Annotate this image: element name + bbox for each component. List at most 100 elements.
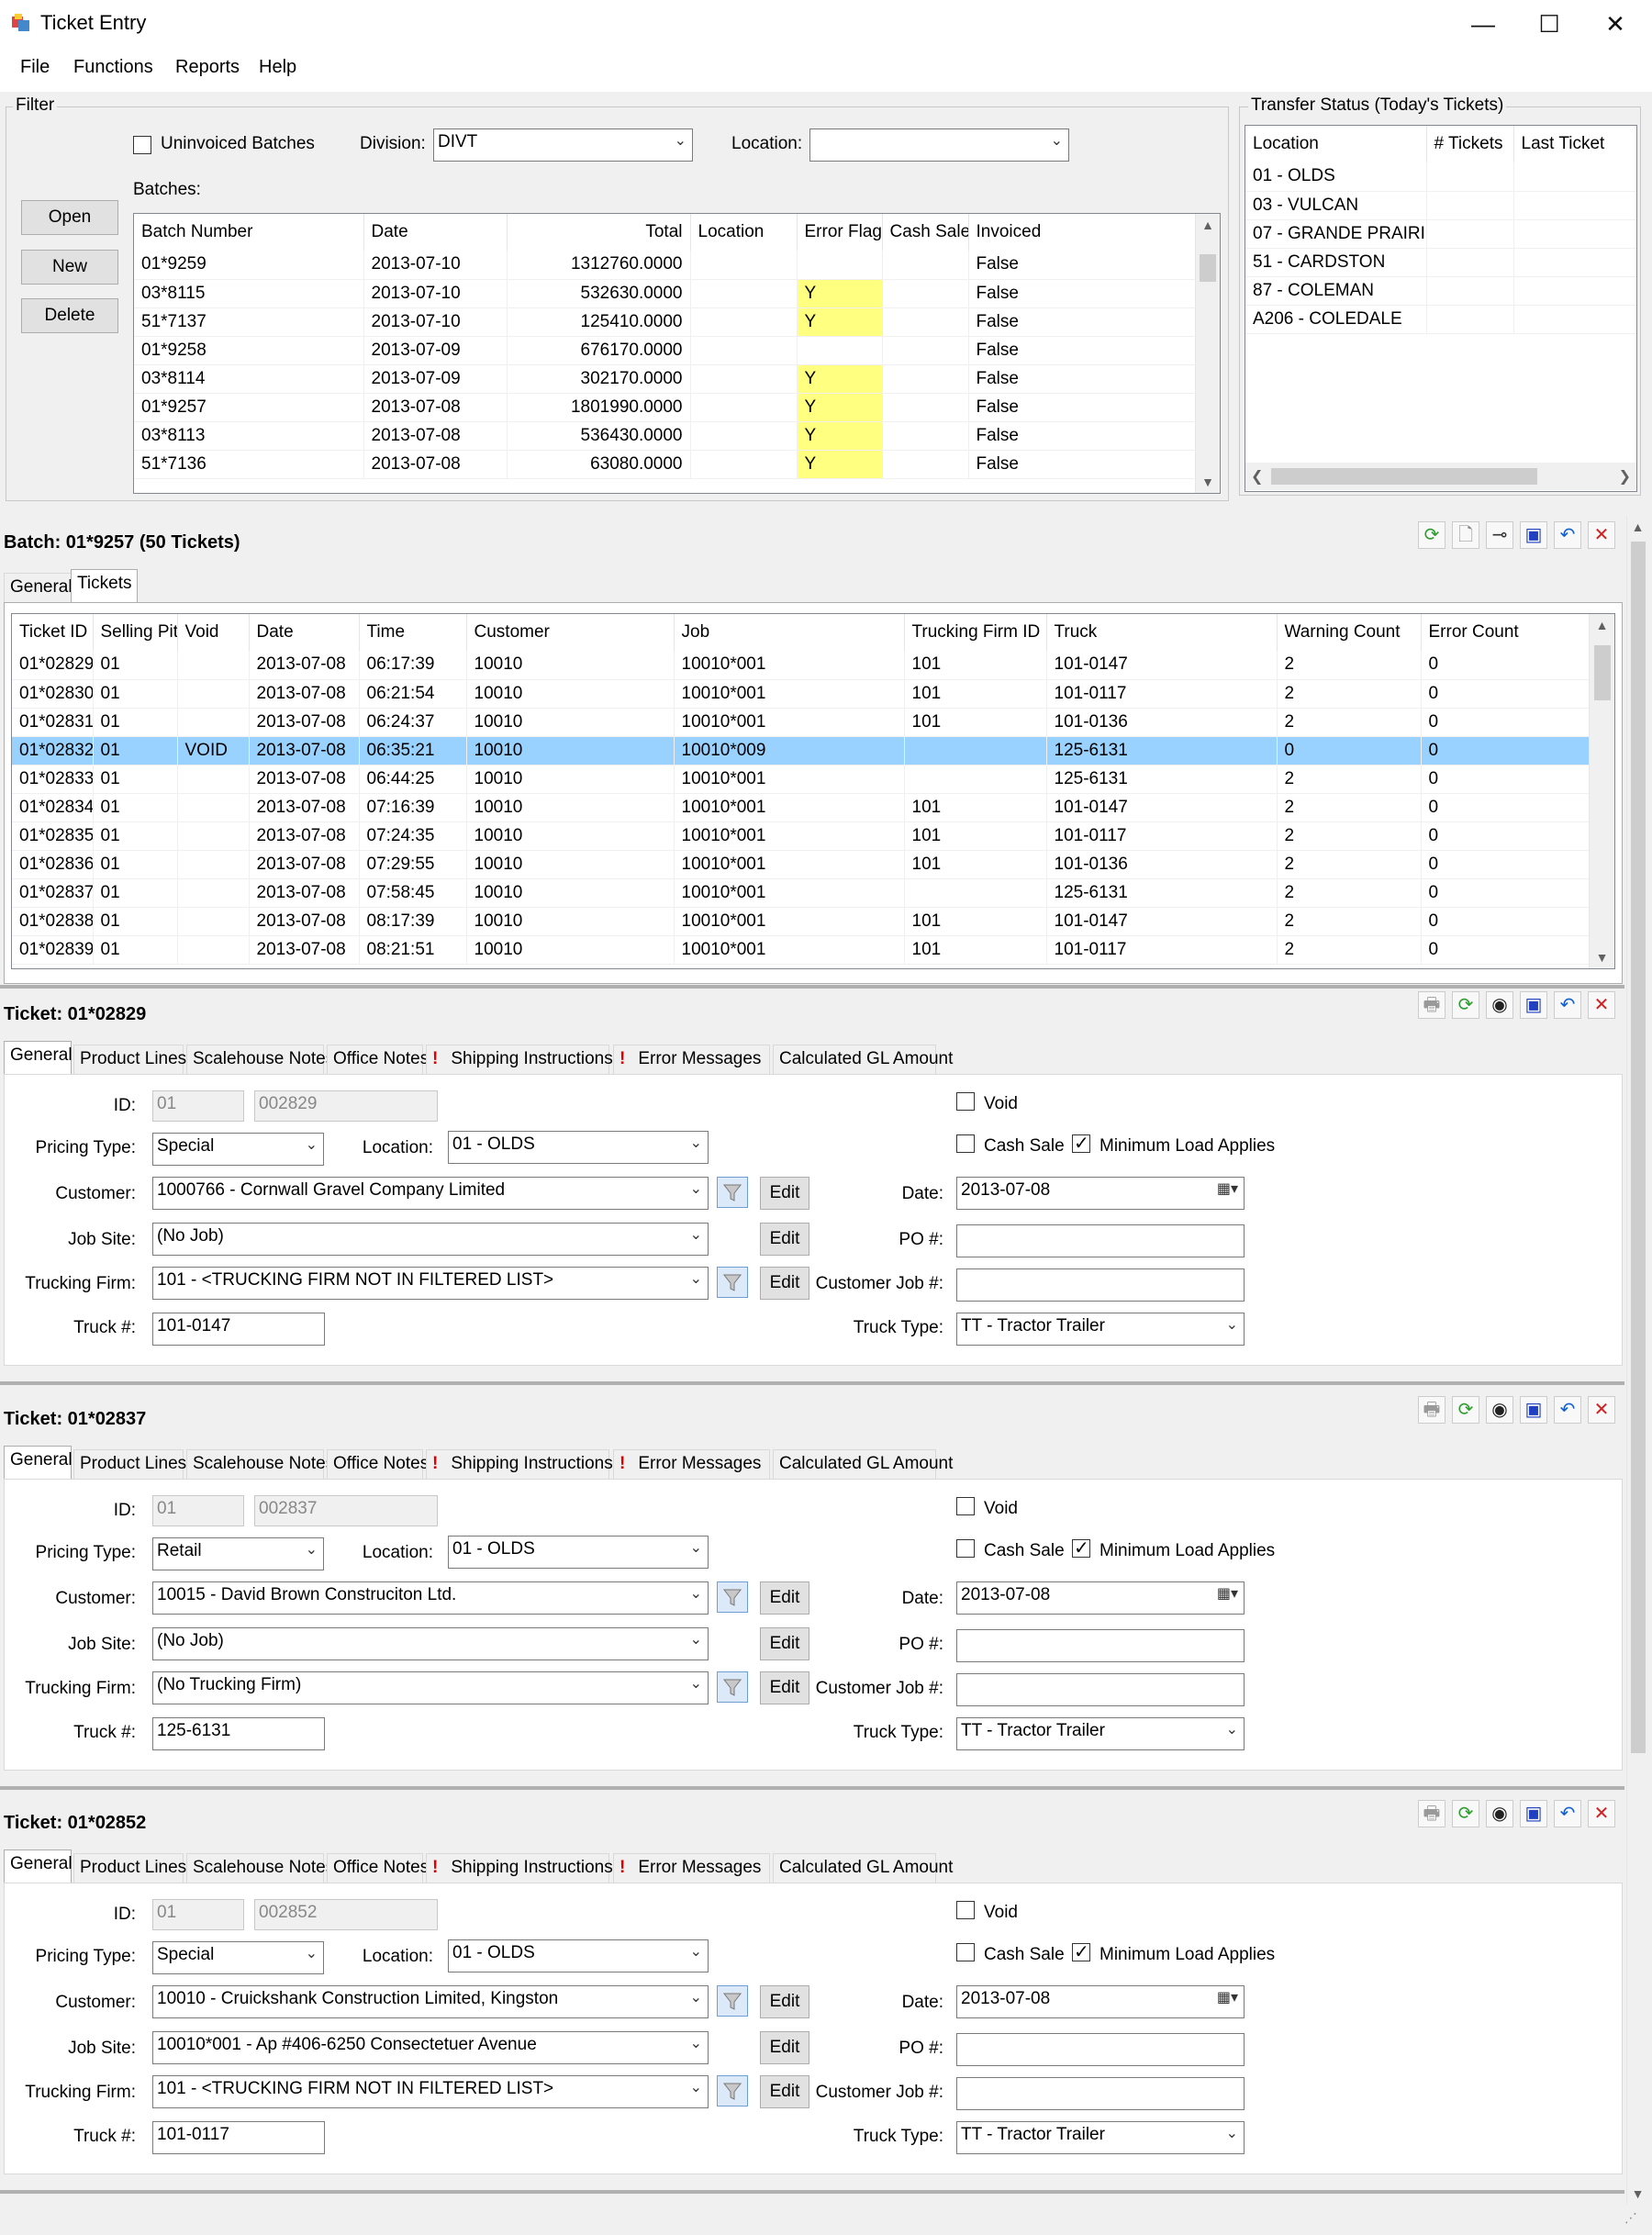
edit-button[interactable]: Edit — [760, 1223, 809, 1256]
refresh-icon[interactable]: ⟳ — [1452, 1800, 1479, 1827]
customer-select[interactable]: 10015 - David Brown Construciton Ltd. ⌄ — [152, 1581, 709, 1615]
tab-ticket-2[interactable]: Scalehouse Notes — [186, 1449, 334, 1479]
undo-icon[interactable]: ↶ — [1554, 1800, 1581, 1827]
list-item[interactable]: A206 - COLEDALE — [1245, 305, 1636, 334]
edit-button[interactable]: Edit — [760, 1177, 809, 1210]
location-select[interactable]: 01 - OLDS ⌄ — [448, 1131, 709, 1164]
tab-ticket-4[interactable]: ! Shipping Instructions — [426, 1045, 613, 1074]
tab-ticket-4[interactable]: ! Shipping Instructions — [426, 1449, 613, 1479]
list-item[interactable]: 01 - OLDS — [1245, 162, 1636, 192]
jobsite-select[interactable]: 10010*001 - Ap #406-6250 Consectetuer Av… — [152, 2031, 709, 2064]
save-icon[interactable]: ▣ — [1520, 1396, 1547, 1424]
delete-icon[interactable]: ✕ — [1588, 1396, 1615, 1424]
tab-ticket-0[interactable]: General — [4, 1041, 73, 1074]
customer-job-field[interactable] — [956, 1268, 1245, 1302]
minimum-load-checkbox[interactable] — [1072, 1940, 1090, 1963]
customer-select[interactable]: 1000766 - Cornwall Gravel Company Limite… — [152, 1177, 709, 1210]
filter-button[interactable] — [717, 1267, 748, 1298]
tab-ticket-0[interactable]: General — [4, 1446, 73, 1479]
batches-column-header[interactable]: Location — [690, 214, 798, 251]
scroll-down-icon[interactable]: ▼ — [1590, 950, 1614, 965]
jobsite-select[interactable]: (No Job) ⌄ — [152, 1223, 709, 1256]
globe-icon[interactable]: ◉ — [1486, 991, 1513, 1019]
undo-icon[interactable]: ↶ — [1554, 991, 1581, 1019]
tab-ticket-5[interactable]: ! Error Messages — [613, 1449, 770, 1479]
tickets-column-header[interactable]: Truck — [1046, 614, 1278, 651]
print-icon[interactable]: 🖶 — [1418, 1396, 1446, 1424]
edit-button[interactable]: Edit — [760, 2031, 809, 2064]
calendar-icon[interactable]: ▦▾ — [1217, 1988, 1238, 2006]
menu-functions[interactable]: Functions — [73, 57, 153, 78]
table-row[interactable]: 01*02832 01 VOID 2013-07-08 06:35:21 10010 100… — [12, 736, 1593, 765]
edit-button[interactable]: Edit — [760, 1627, 809, 1660]
tab-ticket-2[interactable]: Scalehouse Notes — [186, 1045, 334, 1074]
print-icon[interactable]: 🖶 — [1418, 1800, 1446, 1827]
truck-field[interactable]: 125-6131 — [152, 1717, 325, 1750]
delete-icon[interactable]: ✕ — [1588, 521, 1615, 549]
pricing-select[interactable]: Special ⌄ — [152, 1133, 324, 1166]
list-item[interactable]: 07 - GRANDE PRAIRIE — [1245, 219, 1636, 249]
delete-icon[interactable]: ✕ — [1588, 1800, 1615, 1827]
table-row[interactable]: 01*9259 2013-07-10 1312760.0000 False — [134, 251, 1200, 280]
truck-field[interactable]: 101-0117 — [152, 2121, 325, 2154]
table-row[interactable]: 03*8114 2013-07-09 302170.0000 Y False — [134, 364, 1200, 394]
edit-button[interactable]: Edit — [760, 1985, 809, 2018]
tab-ticket-1[interactable]: Product Lines — [73, 1045, 186, 1074]
scroll-left-icon[interactable]: ❮ — [1251, 467, 1263, 486]
table-row[interactable]: 01*02838 01 2013-07-08 08:17:39 10010 10010*0… — [12, 907, 1593, 936]
location-select[interactable]: ⌄ — [809, 129, 1069, 162]
void-checkbox[interactable] — [956, 1497, 975, 1515]
transfer-grid[interactable]: Location # Tickets Last Ticket 01 - OLDS 03… — [1245, 125, 1637, 492]
calendar-icon[interactable]: ▦▾ — [1217, 1584, 1238, 1603]
save-icon[interactable]: ▣ — [1520, 521, 1547, 549]
list-item[interactable]: 51 - CARDSTON — [1245, 248, 1636, 277]
tab-ticket-3[interactable]: Office Notes — [327, 1449, 429, 1479]
batches-grid[interactable]: Batch Number Date Total Location Error Flag C… — [133, 213, 1221, 494]
transfer-column-header[interactable]: Last Ticket — [1513, 126, 1636, 162]
menu-reports[interactable]: Reports — [175, 57, 240, 78]
table-row[interactable]: 03*8113 2013-07-08 536430.0000 Y False — [134, 421, 1200, 451]
tickets-column-header[interactable]: Job — [674, 614, 905, 651]
tab-ticket-3[interactable]: Office Notes — [327, 1045, 429, 1074]
new-button[interactable]: New — [21, 250, 118, 285]
truck-type-select[interactable]: TT - Tractor Trailer ⌄ — [956, 1313, 1245, 1346]
table-row[interactable]: 01*02831 01 2013-07-08 06:24:37 10010 10010*0… — [12, 708, 1593, 737]
tickets-column-header[interactable]: Ticket ID — [12, 614, 94, 651]
division-select[interactable]: DIVT ⌄ — [433, 129, 693, 162]
scroll-down-icon[interactable]: ▼ — [1196, 475, 1220, 489]
date-picker[interactable]: 2013-07-08 ▦▾ — [956, 1581, 1245, 1615]
refresh-icon[interactable]: ⟳ — [1452, 991, 1479, 1019]
tab-ticket-0[interactable]: General — [4, 1849, 73, 1883]
minimum-load-checkbox[interactable] — [1072, 1537, 1090, 1559]
filter-button[interactable] — [717, 1581, 748, 1613]
transfer-column-header[interactable]: Location — [1245, 126, 1427, 162]
globe-icon[interactable]: ◉ — [1486, 1396, 1513, 1424]
tab-batch-tickets[interactable]: Tickets — [71, 569, 139, 602]
refresh-icon[interactable]: ⟳ — [1418, 521, 1446, 549]
main-scrollbar[interactable]: ▲ ▼ — [1626, 516, 1648, 2205]
scroll-up-icon[interactable]: ▲ — [1196, 218, 1220, 232]
filter-button[interactable] — [717, 1177, 748, 1208]
void-checkbox[interactable] — [956, 1092, 975, 1111]
tab-ticket-6[interactable]: Calculated GL Amount — [773, 1853, 953, 1883]
tab-ticket-1[interactable]: Product Lines — [73, 1853, 186, 1883]
tickets-scrollbar[interactable]: ▲ ▼ — [1589, 614, 1614, 968]
scroll-thumb[interactable] — [1271, 468, 1537, 485]
tab-ticket-4[interactable]: ! Shipping Instructions — [426, 1853, 613, 1883]
resize-grip-icon[interactable]: ⋰ — [1624, 2210, 1637, 2226]
tickets-column-header[interactable]: Date — [249, 614, 360, 651]
list-item[interactable]: 87 - COLEMAN — [1245, 276, 1636, 306]
tickets-column-header[interactable]: Time — [359, 614, 467, 651]
save-icon[interactable]: ▣ — [1520, 991, 1547, 1019]
po-field[interactable] — [956, 1224, 1245, 1257]
customer-job-field[interactable] — [956, 1673, 1245, 1706]
tab-ticket-1[interactable]: Product Lines — [73, 1449, 186, 1479]
scroll-right-icon[interactable]: ❯ — [1619, 467, 1631, 486]
open-button[interactable]: Open — [21, 200, 118, 235]
filter-button[interactable] — [717, 1671, 748, 1703]
batches-scrollbar[interactable]: ▲ ▼ — [1195, 214, 1220, 493]
pricing-select[interactable]: Retail ⌄ — [152, 1537, 324, 1570]
scroll-thumb[interactable] — [1594, 645, 1611, 700]
batches-column-header[interactable]: Date — [363, 214, 508, 251]
table-row[interactable]: 01*02830 01 2013-07-08 06:21:54 10010 10010*0… — [12, 679, 1593, 709]
